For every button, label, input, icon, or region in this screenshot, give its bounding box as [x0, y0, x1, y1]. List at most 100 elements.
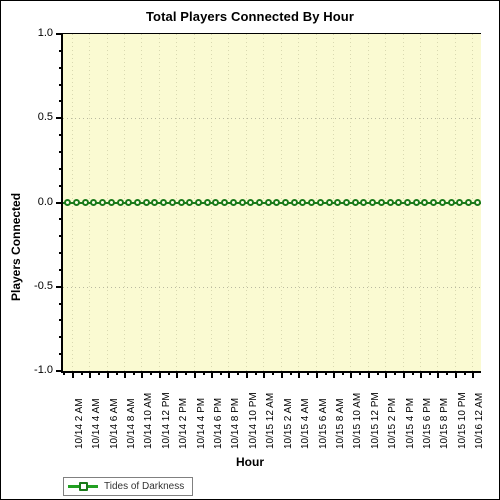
data-point-marker: [326, 199, 333, 206]
data-point-marker: [117, 199, 124, 206]
data-point-marker: [413, 199, 420, 206]
y-gridline: [63, 118, 481, 119]
x-tick-label: 10/14 8 PM: [230, 397, 241, 449]
data-point-marker: [90, 199, 97, 206]
data-point-marker: [273, 199, 280, 206]
data-point-marker: [308, 199, 315, 206]
data-point-marker: [448, 199, 455, 206]
x-tick-label: 10/15 10 PM: [457, 392, 468, 449]
data-point-marker: [317, 199, 324, 206]
x-tick-label: 10/14 10 PM: [248, 392, 259, 449]
data-point-marker: [134, 199, 141, 206]
x-tick-label: 10/14 6 AM: [109, 398, 120, 449]
data-point-marker: [430, 199, 437, 206]
x-tick-label: 10/15 6 PM: [422, 397, 433, 449]
x-tick-label: 10/14 4 PM: [196, 397, 207, 449]
chart-title: Total Players Connected By Hour: [145, 9, 354, 24]
x-axis-title: Hour: [236, 455, 264, 469]
x-tick-label: 10/14 12 PM: [161, 392, 172, 449]
x-tick-label: 10/14 2 PM: [178, 397, 189, 449]
x-tick-label: 10/14 10 AM: [143, 392, 154, 449]
y-tick-minor: [59, 100, 63, 102]
x-tick-label: 10/15 4 PM: [405, 397, 416, 449]
data-point-marker: [125, 199, 132, 206]
data-point-marker: [186, 199, 193, 206]
legend-marker-icon: [79, 482, 88, 491]
data-point-marker: [221, 199, 228, 206]
data-point-marker: [73, 199, 80, 206]
y-tick-label: -1.0: [34, 364, 53, 376]
data-point-marker: [230, 199, 237, 206]
y-tick-major: [56, 202, 63, 204]
x-tick-label: 10/15 10 AM: [352, 392, 363, 449]
data-point-marker: [343, 199, 350, 206]
data-point-marker: [360, 199, 367, 206]
data-point-marker: [421, 199, 428, 206]
data-point-marker: [369, 199, 376, 206]
data-point-marker: [239, 199, 246, 206]
data-point-marker: [465, 199, 472, 206]
data-point-marker: [352, 199, 359, 206]
data-point-marker: [151, 199, 158, 206]
x-tick-label: 10/15 8 PM: [439, 397, 450, 449]
y-tick-minor: [59, 50, 63, 52]
data-point-marker: [160, 199, 167, 206]
y-tick-minor: [59, 67, 63, 69]
data-point-marker: [204, 199, 211, 206]
x-tick-label: 10/15 12 AM: [265, 392, 276, 449]
data-point-marker: [404, 199, 411, 206]
legend-swatch-icon: [68, 482, 98, 491]
y-tick-minor: [59, 235, 63, 237]
y-tick-minor: [59, 134, 63, 136]
x-tick-label: 10/14 8 AM: [126, 398, 137, 449]
x-tick-label: 10/15 8 AM: [335, 398, 346, 449]
y-gridline: [63, 287, 481, 288]
y-tick-major: [56, 286, 63, 288]
y-tick-minor: [59, 84, 63, 86]
data-point-marker: [456, 199, 463, 206]
y-tick-label: -0.5: [34, 280, 53, 292]
y-tick-minor: [59, 336, 63, 338]
y-tick-label: 0.0: [37, 196, 53, 208]
y-tick-label: 1.0: [37, 27, 53, 39]
legend-entry-label: Tides of Darkness: [104, 481, 185, 492]
chart-legend[interactable]: Tides of Darkness: [63, 477, 194, 496]
y-tick-major: [56, 117, 63, 119]
data-point-marker: [195, 199, 202, 206]
data-point-marker: [474, 199, 481, 206]
data-point-marker: [291, 199, 298, 206]
y-tick-minor: [59, 269, 63, 271]
x-tick-label: 10/14 4 AM: [91, 398, 102, 449]
data-point-marker: [265, 199, 272, 206]
data-point-marker: [99, 199, 106, 206]
data-point-marker: [64, 199, 71, 206]
data-point-marker: [247, 199, 254, 206]
x-tick-label: 10/15 4 AM: [300, 398, 311, 449]
y-tick-minor: [59, 218, 63, 220]
y-tick-label: 0.5: [37, 111, 53, 123]
x-tick-label: 10/15 12 PM: [370, 392, 381, 449]
x-tick-label: 10/14 6 PM: [213, 397, 224, 449]
y-tick-minor: [59, 151, 63, 153]
data-point-marker: [439, 199, 446, 206]
x-tick-label: 10/15 2 AM: [283, 398, 294, 449]
chart-frame: Total Players Connected By Hour Players …: [0, 0, 500, 500]
data-point-marker: [334, 199, 341, 206]
x-tick-label: 10/15 2 PM: [387, 397, 398, 449]
y-tick-major: [56, 33, 63, 35]
x-tick-label: 10/16 12 AM: [474, 392, 485, 449]
data-point-marker: [378, 199, 385, 206]
y-tick-minor: [59, 168, 63, 170]
data-point-marker: [395, 199, 402, 206]
data-point-marker: [212, 199, 219, 206]
x-tick-label: 10/15 6 AM: [318, 398, 329, 449]
data-point-marker: [82, 199, 89, 206]
data-point-marker: [108, 199, 115, 206]
y-tick-minor: [59, 252, 63, 254]
data-point-marker: [282, 199, 289, 206]
y-tick-minor: [59, 303, 63, 305]
y-tick-minor: [59, 319, 63, 321]
x-tick-labels: 10/14 2 AM 10/14 4 AM 10/14 6 AM 10/14 8 AM…: [61, 375, 485, 453]
data-point-marker: [256, 199, 263, 206]
data-point-marker: [169, 199, 176, 206]
